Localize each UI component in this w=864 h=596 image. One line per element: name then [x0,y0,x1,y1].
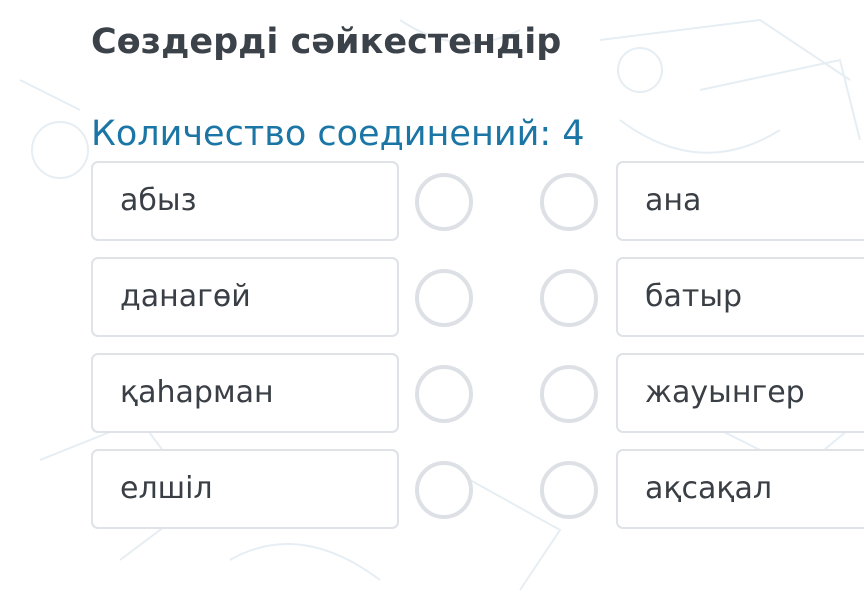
match-row-1: абыз ана [0,161,864,241]
left-word-box[interactable]: абыз [91,161,399,241]
left-word-box[interactable]: қаһарман [91,353,399,433]
connections-counter: Количество соединений: 4 [91,110,585,158]
right-word-label: ана [645,183,702,218]
left-word-label: қаһарман [120,375,274,410]
right-word-label: батыр [645,279,743,314]
right-connector-dot[interactable] [540,365,598,423]
right-word-label: жауынгер [645,375,805,410]
match-row-4: елшіл ақсақал [0,449,864,529]
connections-label: Количество соединений: [91,114,552,154]
page-title: Сөздерді сәйкестендір [91,22,562,62]
left-word-box[interactable]: данагөй [91,257,399,337]
left-connector-dot[interactable] [415,365,473,423]
right-word-box[interactable]: батыр [616,257,864,337]
left-connector-dot[interactable] [415,461,473,519]
left-word-box[interactable]: елшіл [91,449,399,529]
connections-count: 4 [562,114,585,154]
match-row-2: данагөй батыр [0,257,864,337]
left-word-label: елшіл [120,471,213,506]
right-word-box[interactable]: ана [616,161,864,241]
right-word-box[interactable]: ақсақал [616,449,864,529]
right-connector-dot[interactable] [540,269,598,327]
left-connector-dot[interactable] [415,173,473,231]
left-word-label: абыз [120,183,197,218]
left-word-label: данагөй [120,279,251,314]
right-word-box[interactable]: жауынгер [616,353,864,433]
right-connector-dot[interactable] [540,461,598,519]
right-word-label: ақсақал [645,471,773,506]
right-connector-dot[interactable] [540,173,598,231]
match-row-3: қаһарман жауынгер [0,353,864,433]
left-connector-dot[interactable] [415,269,473,327]
